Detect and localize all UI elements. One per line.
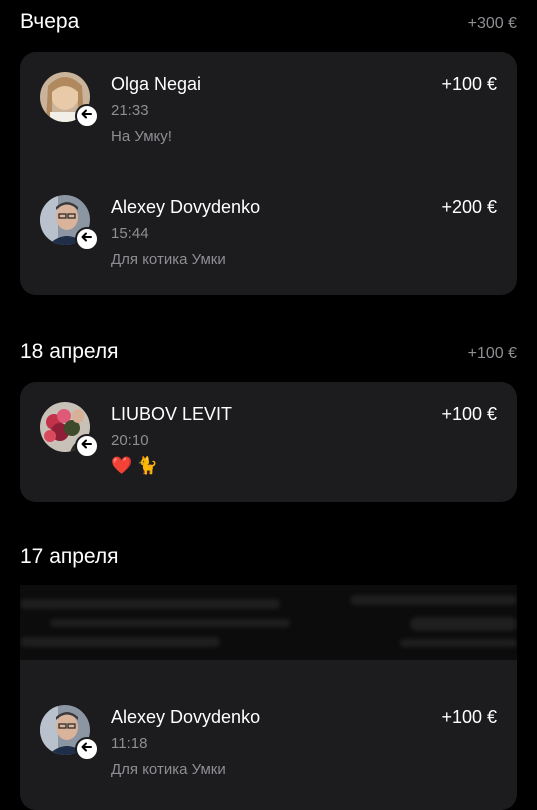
sender-name: Alexey Dovydenko — [111, 707, 261, 727]
transaction-row[interactable]: LIUBOV LEVIT 20:10 ❤️ 🐈 +100 € — [20, 402, 517, 492]
sender-name: Alexey Dovydenko — [111, 197, 261, 217]
section-title: 17 апреля — [20, 545, 119, 568]
section-total: +300 € — [467, 15, 517, 32]
transaction-row[interactable]: Alexey Dovydenko 15:44 Для котика Умки +… — [20, 195, 517, 285]
sender-name: LIUBOV LEVIT — [111, 404, 233, 424]
redacted-area — [20, 585, 517, 660]
arrow-left-icon — [81, 740, 93, 758]
transaction-row[interactable]: Olga Negai 21:33 На Умку! +100 € — [20, 72, 517, 162]
transaction-time: 20:10 — [111, 432, 149, 449]
section-header-april-18: 18 апреля +100 € — [20, 340, 517, 364]
transaction-amount: +200 € — [441, 197, 497, 217]
transaction-time: 11:18 — [111, 735, 148, 752]
transaction-note: На Умку! — [111, 128, 172, 145]
section-header-yesterday: Вчера +300 € — [20, 10, 517, 34]
incoming-badge — [75, 227, 99, 251]
section-header-april-17: 17 апреля — [20, 545, 517, 569]
transactions-card: Olga Negai 21:33 На Умку! +100 € Alexey … — [20, 52, 517, 295]
section-total: +100 € — [467, 345, 517, 362]
arrow-left-icon — [81, 437, 93, 455]
transaction-note: Для котика Умки — [111, 761, 226, 778]
section-title: Вчера — [20, 10, 80, 33]
transaction-amount: +100 € — [441, 707, 497, 727]
incoming-badge — [75, 104, 99, 128]
transaction-note: Для котика Умки — [111, 251, 226, 268]
transaction-row[interactable]: Alexey Dovydenko 11:18 Для котика Умки +… — [20, 705, 517, 795]
incoming-badge — [75, 737, 99, 761]
transaction-amount: +100 € — [441, 74, 497, 94]
arrow-left-icon — [81, 107, 93, 125]
transaction-time: 15:44 — [111, 225, 149, 242]
transaction-time: 21:33 — [111, 102, 149, 119]
incoming-badge — [75, 434, 99, 458]
transactions-card: Alexey Dovydenko 11:18 Для котика Умки +… — [20, 660, 517, 810]
transaction-note: ❤️ 🐈 — [111, 456, 159, 475]
sender-name: Olga Negai — [111, 74, 202, 94]
arrow-left-icon — [81, 230, 93, 248]
transactions-card: LIUBOV LEVIT 20:10 ❤️ 🐈 +100 € — [20, 382, 517, 502]
transaction-amount: +100 € — [441, 404, 497, 424]
section-title: 18 апреля — [20, 340, 119, 363]
